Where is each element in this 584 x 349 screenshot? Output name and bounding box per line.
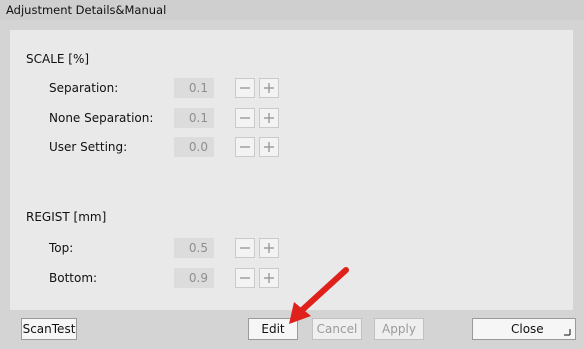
user-setting-label: User Setting: (49, 140, 128, 154)
plus-icon (264, 142, 274, 152)
top-plus-button[interactable] (259, 238, 279, 258)
top-label: Top: (49, 241, 74, 255)
top-value[interactable]: 0.5 (174, 238, 214, 258)
top-minus-button[interactable] (235, 238, 255, 258)
minus-icon (240, 247, 250, 249)
close-label: Close (511, 322, 544, 336)
minus-icon (240, 117, 250, 119)
separation-value[interactable]: 0.1 (174, 78, 214, 98)
user-setting-minus-button[interactable] (235, 137, 255, 157)
bottom-minus-button[interactable] (235, 268, 255, 288)
bottom-plus-button[interactable] (259, 268, 279, 288)
minus-icon (240, 146, 250, 148)
close-button[interactable]: Close (472, 318, 576, 340)
bottom-label: Bottom: (49, 271, 98, 285)
none-separation-value[interactable]: 0.1 (174, 108, 214, 128)
separation-minus-button[interactable] (235, 78, 255, 98)
user-setting-value[interactable]: 0.0 (174, 137, 214, 157)
plus-icon (264, 243, 274, 253)
apply-button[interactable]: Apply (374, 318, 424, 340)
minus-icon (240, 277, 250, 279)
plus-icon (264, 113, 274, 123)
regist-heading: REGIST [mm] (26, 210, 107, 224)
cancel-button[interactable]: Cancel (312, 318, 362, 340)
content-panel (10, 30, 573, 310)
plus-icon (264, 273, 274, 283)
scale-heading: SCALE [%] (26, 52, 90, 66)
scantest-button[interactable]: ScanTest (21, 318, 77, 340)
dialog-title: Adjustment Details&Manual (6, 3, 167, 17)
separation-plus-button[interactable] (259, 78, 279, 98)
none-separation-plus-button[interactable] (259, 108, 279, 128)
minus-icon (240, 87, 250, 89)
separation-label: Separation: (49, 81, 119, 95)
none-separation-label: None Separation: (49, 111, 154, 125)
user-setting-plus-button[interactable] (259, 137, 279, 157)
none-separation-minus-button[interactable] (235, 108, 255, 128)
adjustment-dialog: Adjustment Details&Manual SCALE [%] Sepa… (0, 0, 584, 349)
resize-grip-icon (564, 329, 571, 336)
edit-button[interactable]: Edit (248, 318, 298, 340)
title-bar: Adjustment Details&Manual (0, 0, 584, 20)
bottom-value[interactable]: 0.9 (174, 268, 214, 288)
plus-icon (264, 83, 274, 93)
